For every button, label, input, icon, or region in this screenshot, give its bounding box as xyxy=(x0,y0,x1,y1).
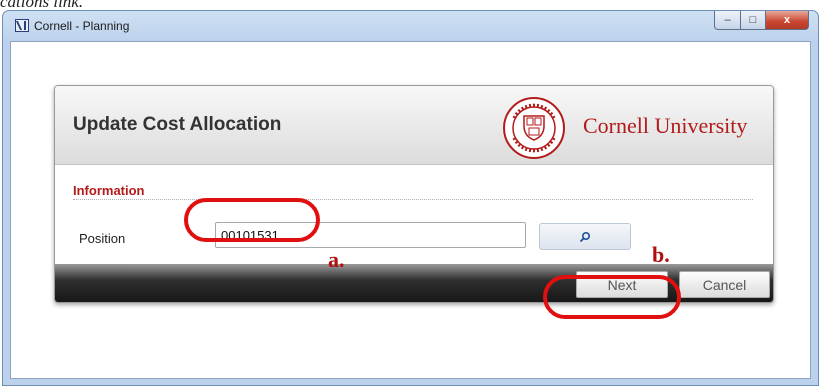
annotation-oval-a xyxy=(184,198,320,242)
update-cost-allocation-dialog: Update Cost Allocation Cornell Universit… xyxy=(54,85,774,303)
app-window: Cornell - Planning – □ x Update Cost All… xyxy=(2,10,819,386)
dialog-header: Update Cost Allocation Cornell Universit… xyxy=(55,86,773,165)
position-search-button[interactable] xyxy=(539,223,631,250)
cancel-button[interactable]: Cancel xyxy=(679,271,770,298)
section-divider xyxy=(73,199,753,200)
brand-wordmark: Cornell University xyxy=(583,113,748,138)
annotation-label-a: a. xyxy=(328,247,345,272)
maximize-icon: □ xyxy=(749,14,757,26)
maximize-button[interactable]: □ xyxy=(740,11,766,30)
close-icon: x xyxy=(783,14,791,26)
annotation-oval-b xyxy=(543,275,681,319)
section-title: Information xyxy=(73,183,145,198)
cornell-seal-logo xyxy=(503,97,565,159)
minimize-button[interactable]: – xyxy=(714,11,741,30)
window-content: Update Cost Allocation Cornell Universit… xyxy=(10,41,811,379)
title-bar[interactable]: Cornell - Planning – □ x xyxy=(3,11,818,41)
annotation-label-b: b. xyxy=(652,242,670,267)
position-label: Position xyxy=(79,231,126,246)
close-button[interactable]: x xyxy=(765,11,809,30)
dialog-title: Update Cost Allocation xyxy=(73,114,282,135)
window-title: Cornell - Planning xyxy=(34,19,130,33)
app-icon xyxy=(15,19,29,32)
minimize-icon: – xyxy=(724,14,731,26)
search-icon xyxy=(579,231,591,242)
